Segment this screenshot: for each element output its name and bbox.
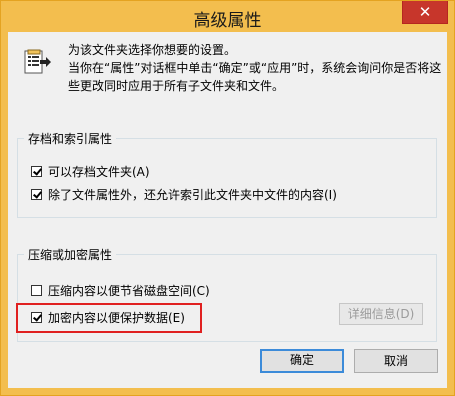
- archive-folder-label: 可以存档文件夹(A): [48, 164, 150, 179]
- intro-text: 为该文件夹选择你想要的设置。 当你在“属性”对话框中单击“确定”或“应用”时，系…: [68, 41, 442, 95]
- dialog-body: 为该文件夹选择你想要的设置。 当你在“属性”对话框中单击“确定”或“应用”时，系…: [8, 32, 447, 388]
- index-contents-checkbox[interactable]: 除了文件属性外，还允许索引此文件夹中文件的内容(I): [31, 185, 337, 203]
- ok-button[interactable]: 确定: [260, 349, 344, 373]
- title-bar[interactable]: 高级属性 ✕: [1, 1, 454, 32]
- checkbox-icon[interactable]: [31, 165, 42, 177]
- close-button[interactable]: ✕: [402, 1, 448, 24]
- archive-group-title: 存档和索引属性: [24, 130, 117, 147]
- compress-group-title: 压缩或加密属性: [24, 246, 117, 263]
- archive-index-group: 存档和索引属性 可以存档文件夹(A) 除了文件属性外，还允许索引此文件夹中文件的…: [17, 130, 437, 218]
- details-button[interactable]: 详细信息(D): [339, 303, 423, 325]
- compress-label: 压缩内容以便节省磁盘空间(C): [48, 283, 210, 298]
- close-icon: ✕: [418, 3, 432, 21]
- dialog-window: 高级属性 ✕ 为该文件夹选择你想要的设置。 当你在“属性”对话框中单击“确定”或…: [0, 0, 455, 396]
- index-contents-label: 除了文件属性外，还允许索引此文件夹中文件的内容(I): [48, 187, 337, 202]
- encrypt-option-highlight: [16, 303, 202, 333]
- folder-properties-icon: [22, 46, 52, 76]
- compress-checkbox[interactable]: 压缩内容以便节省磁盘空间(C): [31, 281, 210, 299]
- archive-folder-checkbox[interactable]: 可以存档文件夹(A): [31, 162, 150, 180]
- intro-line-3: 些更改同时应用于所有子文件夹和文件。: [68, 79, 285, 93]
- dialog-title: 高级属性: [193, 11, 262, 31]
- checkbox-icon[interactable]: [31, 284, 42, 296]
- intro-line-1: 为该文件夹选择你想要的设置。: [68, 43, 237, 57]
- cancel-button[interactable]: 取消: [354, 349, 438, 373]
- checkbox-icon[interactable]: [31, 188, 42, 200]
- intro-line-2: 当你在“属性”对话框中单击“确定”或“应用”时，系统会询问你是否将这: [68, 61, 442, 75]
